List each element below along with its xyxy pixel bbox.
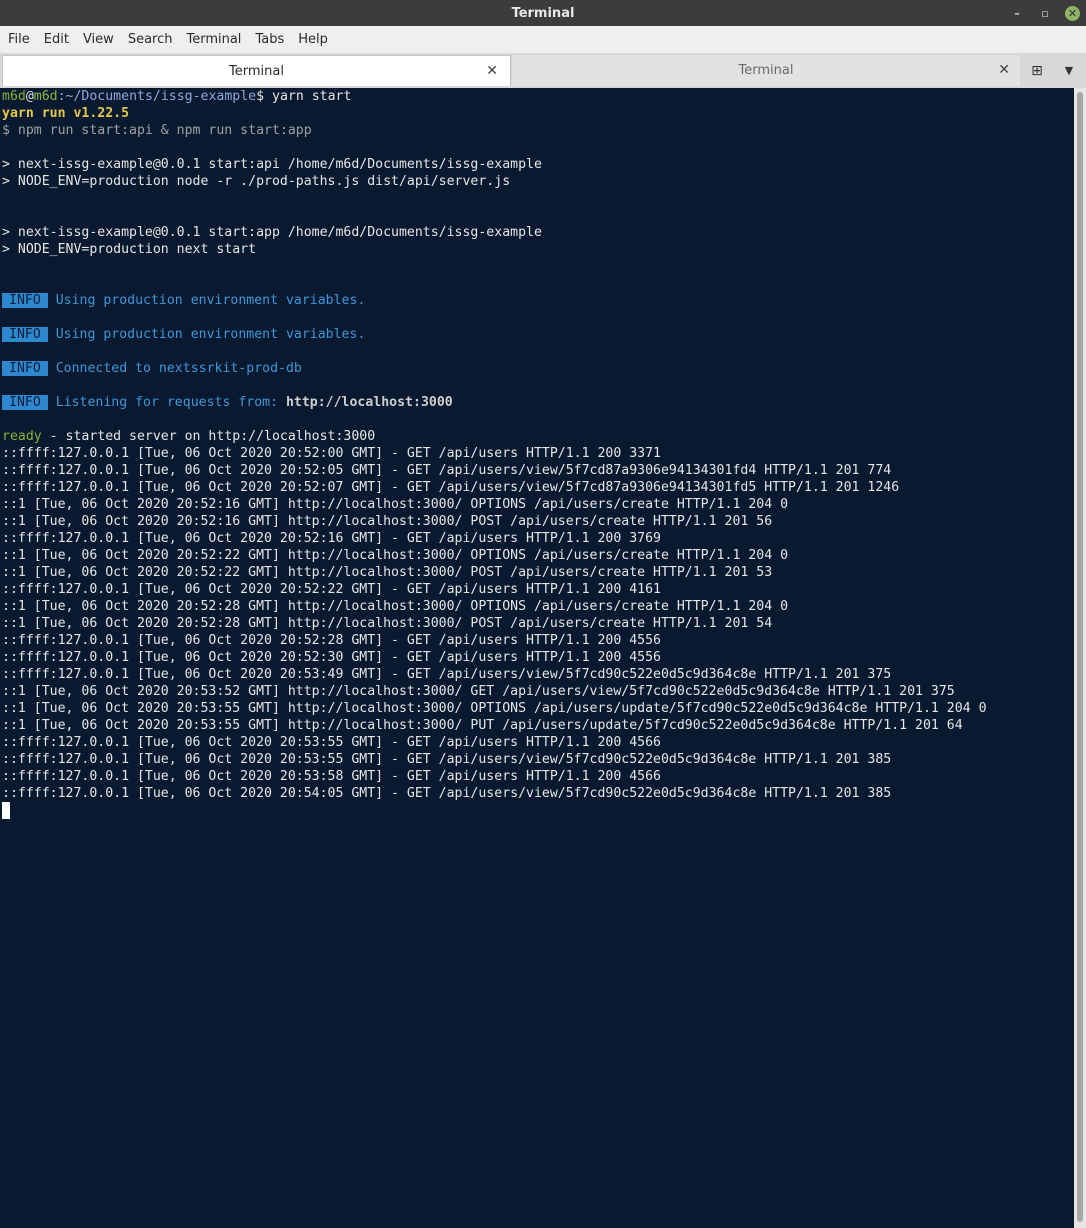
prompt-host: m6d [33, 89, 58, 104]
info-badge: INFO [2, 361, 48, 376]
log-line: ::ffff:127.0.0.1 [Tue, 06 Oct 2020 20:52… [2, 531, 661, 546]
menu-help[interactable]: Help [291, 26, 335, 53]
tab-close-icon[interactable]: ✕ [486, 56, 498, 87]
info-text: Listening for requests from: [55, 395, 286, 410]
info-line: INFO Listening for requests from: http:/… [2, 394, 453, 411]
menu-terminal[interactable]: Terminal [179, 26, 248, 53]
prompt-line: m6d@m6d:~/Documents/issg-example$ yarn s… [2, 88, 351, 105]
title-bar: Terminal – ▫ ✕ [0, 0, 1086, 26]
restore-icon[interactable]: ▫ [1037, 7, 1053, 20]
terminal-window: Terminal – ▫ ✕ File Edit View Search Ter… [0, 0, 1086, 1228]
window-title: Terminal [511, 5, 575, 21]
tab-bar: Terminal ✕ Terminal ✕ ⊞ ▼ [0, 53, 1086, 89]
info-line: INFO Using production environment variab… [2, 326, 365, 343]
close-window-icon[interactable]: ✕ [1065, 5, 1080, 21]
menu-view[interactable]: View [76, 26, 121, 53]
ready-word: ready [2, 429, 42, 444]
menu-bar: File Edit View Search Terminal Tabs Help [0, 26, 1086, 53]
log-line: ::ffff:127.0.0.1 [Tue, 06 Oct 2020 20:52… [2, 463, 892, 478]
prompt-at: @ [25, 89, 34, 104]
window-controls: – ▫ ✕ [1009, 0, 1080, 26]
prompt-symbol: $ [256, 89, 265, 104]
minimize-icon[interactable]: – [1009, 7, 1025, 20]
ready-line: ready - started server on http://localho… [2, 428, 375, 445]
prompt-command: yarn start [264, 89, 352, 104]
log-line: ::ffff:127.0.0.1 [Tue, 06 Oct 2020 20:52… [2, 650, 661, 665]
prompt-user: m6d [2, 89, 26, 104]
yarn-version-line: yarn run v1.22.5 [2, 106, 130, 121]
log-line: ::ffff:127.0.0.1 [Tue, 06 Oct 2020 20:52… [2, 446, 661, 461]
info-text: Using production environment variables. [55, 327, 366, 342]
info-text: Using production environment variables. [55, 293, 366, 308]
app-env-line: > NODE_ENV=production next start [2, 242, 257, 257]
log-line: ::ffff:127.0.0.1 [Tue, 06 Oct 2020 20:52… [2, 582, 661, 597]
log-line: ::ffff:127.0.0.1 [Tue, 06 Oct 2020 20:52… [2, 480, 900, 495]
menu-tabs[interactable]: Tabs [248, 26, 291, 53]
log-line: ::1 [Tue, 06 Oct 2020 20:52:16 GMT] http… [2, 514, 773, 529]
tab-terminal-2[interactable]: Terminal ✕ [512, 55, 1020, 86]
info-text: Connected to nextssrkit-prod-db [55, 361, 302, 376]
tab-label: Terminal [738, 63, 794, 78]
scrollbar[interactable] [1074, 88, 1086, 1228]
info-line: INFO Using production environment variab… [2, 292, 365, 309]
terminal-output[interactable]: m6d@m6d:~/Documents/issg-example$ yarn s… [0, 88, 1074, 1228]
info-url: http://localhost:3000 [285, 395, 453, 410]
npm-command-line: $ npm run start:api & npm run start:app [2, 123, 312, 138]
api-script-line: > next-issg-example@0.0.1 start:api /hom… [2, 157, 542, 172]
log-line: ::ffff:127.0.0.1 [Tue, 06 Oct 2020 20:53… [2, 667, 892, 682]
log-line: ::1 [Tue, 06 Oct 2020 20:53:55 GMT] http… [2, 701, 987, 716]
tab-label: Terminal [229, 63, 284, 79]
prompt-path: :~/Documents/issg-example [57, 89, 257, 104]
log-line: ::ffff:127.0.0.1 [Tue, 06 Oct 2020 20:53… [2, 769, 661, 784]
app-script-line: > next-issg-example@0.0.1 start:app /hom… [2, 225, 542, 240]
text-cursor [2, 802, 10, 819]
menu-search[interactable]: Search [121, 26, 180, 53]
info-badge: INFO [2, 327, 48, 342]
info-badge: INFO [2, 395, 48, 410]
log-line: ::1 [Tue, 06 Oct 2020 20:52:28 GMT] http… [2, 616, 773, 631]
new-tab-icon[interactable]: ⊞ [1026, 55, 1048, 86]
menu-file[interactable]: File [0, 26, 37, 53]
log-line: ::1 [Tue, 06 Oct 2020 20:52:28 GMT] http… [2, 599, 789, 614]
ready-text: - started server on http://localhost:300… [41, 429, 376, 444]
log-line: ::1 [Tue, 06 Oct 2020 20:53:52 GMT] http… [2, 684, 955, 699]
log-line: ::ffff:127.0.0.1 [Tue, 06 Oct 2020 20:53… [2, 752, 892, 767]
log-line: ::ffff:127.0.0.1 [Tue, 06 Oct 2020 20:52… [2, 633, 661, 648]
log-line: ::1 [Tue, 06 Oct 2020 20:53:55 GMT] http… [2, 718, 963, 733]
log-line: ::1 [Tue, 06 Oct 2020 20:52:22 GMT] http… [2, 548, 789, 563]
tab-close-icon[interactable]: ✕ [998, 55, 1010, 86]
info-badge: INFO [2, 293, 48, 308]
menu-edit[interactable]: Edit [37, 26, 76, 53]
log-line: ::ffff:127.0.0.1 [Tue, 06 Oct 2020 20:53… [2, 735, 661, 750]
scrollbar-thumb[interactable] [1077, 92, 1083, 1222]
tab-terminal-1[interactable]: Terminal ✕ [2, 55, 511, 86]
tab-list-chevron-down-icon[interactable]: ▼ [1060, 55, 1078, 86]
api-env-line: > NODE_ENV=production node -r ./prod-pat… [2, 174, 511, 189]
log-line: ::1 [Tue, 06 Oct 2020 20:52:22 GMT] http… [2, 565, 773, 580]
log-line: ::1 [Tue, 06 Oct 2020 20:52:16 GMT] http… [2, 497, 789, 512]
log-line: ::ffff:127.0.0.1 [Tue, 06 Oct 2020 20:54… [2, 786, 892, 801]
info-line: INFO Connected to nextssrkit-prod-db [2, 360, 302, 377]
